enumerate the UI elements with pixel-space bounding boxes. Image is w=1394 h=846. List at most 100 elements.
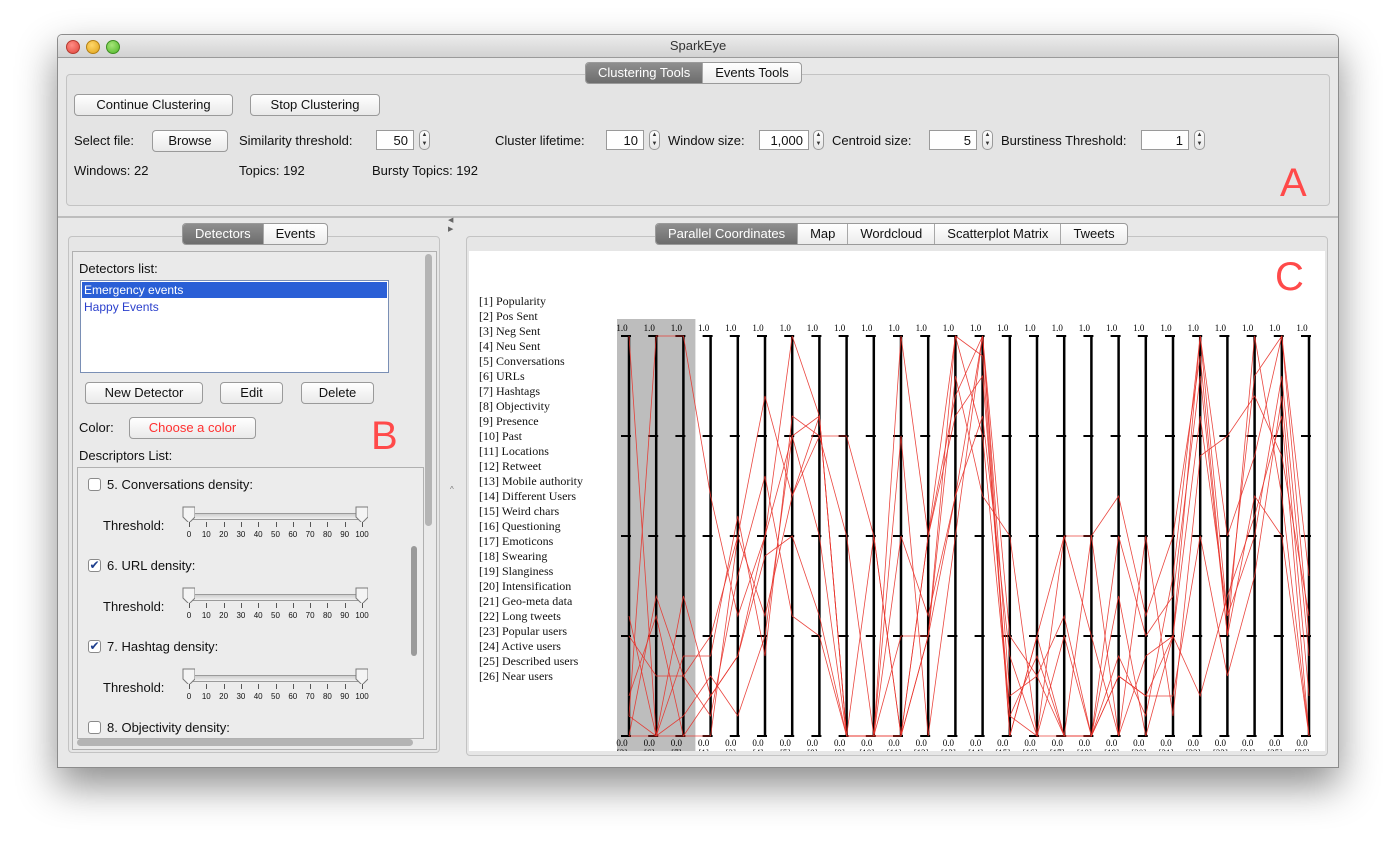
threshold-slider-track[interactable]	[186, 513, 366, 520]
cluster-lifetime-field[interactable]: 10	[606, 130, 644, 150]
axis-min-label: 0.0	[1133, 738, 1145, 748]
detector-item-emergency[interactable]: Emergency events	[82, 282, 387, 298]
detector-item-happy[interactable]: Happy Events	[82, 299, 387, 315]
edit-detector-button[interactable]: Edit	[220, 382, 283, 404]
scale-tick-label: 70	[305, 611, 315, 620]
scale-tick-mark	[275, 603, 277, 608]
centroid-size-stepper-icon[interactable]: ▲ ▼	[982, 130, 993, 150]
stop-clustering-button[interactable]: Stop Clustering	[250, 94, 380, 116]
scale-tick-label: 100	[355, 530, 369, 539]
axis-max-label: 1.0	[752, 323, 764, 333]
axis-min-label: 0.0	[1024, 738, 1036, 748]
plot-canvas[interactable]: C [1] Popularity [2] Pos Sent [3] Neg Sent…	[469, 251, 1325, 751]
slider-min-thumb-icon[interactable]	[181, 506, 195, 522]
tab-clustering-tools[interactable]: Clustering Tools	[586, 63, 704, 83]
scale-tick-label: 90	[340, 692, 350, 701]
axis-name-label: [2]	[726, 748, 737, 751]
scale-tick-label: 0	[186, 692, 192, 701]
axis-max-label: 1.0	[671, 323, 683, 333]
scale-tick-label: 100	[355, 611, 369, 620]
scale-tick-mark	[240, 603, 242, 608]
axis-min-label: 0.0	[1079, 738, 1091, 748]
slider-max-thumb-icon[interactable]	[354, 668, 368, 684]
scale-tick-mark	[327, 522, 329, 527]
axis-min-label: 0.0	[916, 738, 928, 748]
scale-tick-label: 60	[288, 692, 298, 701]
scale-tick-mark	[189, 603, 190, 608]
centroid-size-field[interactable]: 5	[929, 130, 977, 150]
axis-min-label: 0.0	[752, 738, 764, 748]
similarity-threshold-label: Similarity threshold:	[239, 133, 353, 148]
scale-tick-mark	[275, 684, 277, 689]
scale-tick-label: 100	[355, 692, 369, 701]
tab-tweets[interactable]: Tweets	[1061, 224, 1126, 244]
minimize-window-icon[interactable]	[86, 40, 100, 54]
descriptors-scroll-area[interactable]: 5. Conversations density: Threshold: 0 10 20…	[77, 467, 424, 739]
choose-color-button[interactable]: Choose a color	[129, 417, 256, 439]
scale-tick-mark	[258, 684, 260, 689]
descriptor-label: 5. Conversations density:	[107, 477, 253, 492]
descriptor-checkbox[interactable]: ✔	[88, 640, 101, 653]
tab-scatterplot-matrix[interactable]: Scatterplot Matrix	[935, 224, 1062, 244]
scale-tick-label: 20	[219, 530, 229, 539]
tab-detectors[interactable]: Detectors	[183, 224, 264, 244]
cluster-lifetime-stepper-icon[interactable]: ▲ ▼	[649, 130, 660, 150]
tab-events[interactable]: Events	[264, 224, 328, 244]
threshold-slider-track[interactable]	[186, 594, 366, 601]
axis-max-label: 1.0	[1024, 323, 1036, 333]
tab-wordcloud[interactable]: Wordcloud	[848, 224, 936, 244]
burstiness-stepper-icon[interactable]: ▲ ▼	[1194, 130, 1205, 150]
axis-name-label: [15]	[995, 748, 1010, 751]
scale-tick-mark	[327, 603, 329, 608]
axis-min-label: 0.0	[1188, 738, 1200, 748]
scale-tick-label: 10	[201, 611, 211, 620]
window-size-stepper-icon[interactable]: ▲ ▼	[813, 130, 824, 150]
horizontal-scrollbar-thumb[interactable]	[77, 739, 413, 746]
axis-name-label: [8]	[807, 748, 818, 751]
axis-max-label: 1.0	[861, 323, 873, 333]
browse-button[interactable]: Browse	[152, 130, 228, 152]
horizontal-divider[interactable]	[58, 216, 1338, 218]
descriptor-checkbox[interactable]	[88, 721, 101, 734]
descriptors-list-label: Descriptors List:	[79, 448, 173, 463]
top-tab-bar: Clustering Tools Events Tools	[585, 62, 802, 84]
axis-max-label: 1.0	[1160, 323, 1172, 333]
axis-name-label: [24]	[1240, 748, 1255, 751]
new-detector-button[interactable]: New Detector	[85, 382, 203, 404]
detectors-listbox[interactable]: Emergency events Happy Events	[80, 280, 389, 373]
continue-clustering-button[interactable]: Continue Clustering	[74, 94, 233, 116]
collapse-arrows-icon[interactable]: ◀ ▶	[448, 216, 458, 238]
close-window-icon[interactable]	[66, 40, 80, 54]
tab-parallel-coordinates[interactable]: Parallel Coordinates	[656, 224, 799, 244]
scale-tick-mark	[206, 522, 208, 527]
axis-min-label: 0.0	[1160, 738, 1172, 748]
threshold-slider-track[interactable]	[186, 675, 366, 682]
similarity-threshold-field[interactable]: 50	[376, 130, 414, 150]
slider-max-thumb-icon[interactable]	[354, 506, 368, 522]
descriptors-scrollbar-thumb[interactable]	[411, 546, 417, 656]
tab-map[interactable]: Map	[798, 224, 849, 244]
scale-tick-label: 30	[236, 611, 246, 620]
axis-min-label: 0.0	[943, 738, 955, 748]
slider-min-thumb-icon[interactable]	[181, 668, 195, 684]
descriptor-checkbox[interactable]: ✔	[88, 559, 101, 572]
slider-max-thumb-icon[interactable]	[354, 587, 368, 603]
maximize-window-icon[interactable]	[106, 40, 120, 54]
scale-tick-label: 30	[236, 692, 246, 701]
scale-tick-mark	[292, 603, 294, 608]
scale-tick-label: 90	[340, 611, 350, 620]
delete-detector-button[interactable]: Delete	[301, 382, 374, 404]
axis-max-label: 1.0	[1269, 323, 1281, 333]
slider-min-thumb-icon[interactable]	[181, 587, 195, 603]
window-size-field[interactable]: 1,000	[759, 130, 809, 150]
similarity-stepper-icon[interactable]: ▲ ▼	[419, 130, 430, 150]
title-bar: SparkEye	[58, 35, 1338, 58]
tab-events-tools[interactable]: Events Tools	[703, 63, 800, 83]
axis-name-label: [18]	[1077, 748, 1092, 751]
descriptor-checkbox[interactable]	[88, 478, 101, 491]
parallel-coordinates-chart[interactable]: 1.00.0[3]1.00.0[6]1.00.0[7]1.00.0[1]1.00…	[469, 251, 1325, 751]
axis-max-label: 1.0	[1079, 323, 1091, 333]
divider-grip-icon[interactable]: ^	[450, 485, 454, 494]
detectors-scrollbar-thumb[interactable]	[425, 254, 432, 526]
burstiness-threshold-field[interactable]: 1	[1141, 130, 1189, 150]
